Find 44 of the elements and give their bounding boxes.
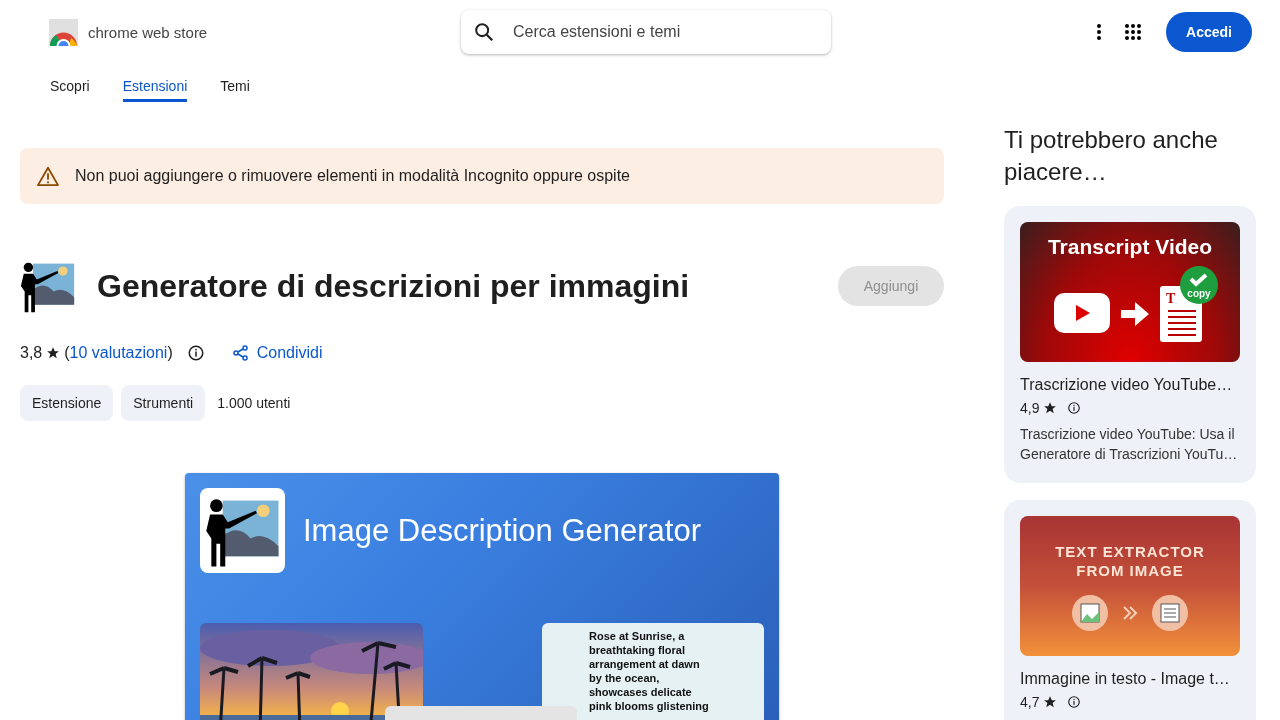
thumbnail-title: TEXT EXTRACTOR FROM IMAGE xyxy=(1054,542,1206,580)
star-icon xyxy=(1043,695,1058,709)
user-count: 1.000 utenti xyxy=(217,395,291,411)
recommendation-card[interactable]: Transcript Video T copy Trascrizione video YouTube… 4,9 Trascrizione video YouTube: Usa il Generatore di Trascrizioni YouTu… xyxy=(1004,206,1256,483)
reviews-link[interactable]: 10 valutazioni xyxy=(69,344,168,362)
search-field[interactable]: Cerca estensioni e temi xyxy=(511,21,819,42)
section-title: Ti potrebbero anche piacere… xyxy=(1004,125,1219,187)
check-badge-icon: copy xyxy=(1180,266,1218,304)
card-rating: 4,7 xyxy=(1020,694,1040,710)
nav-tab[interactable]: Scopri xyxy=(50,64,90,102)
promo-title: Image Description Generator xyxy=(303,512,702,549)
card-title: Trascrizione video YouTube… xyxy=(1020,376,1234,394)
store-name: chrome web store xyxy=(88,23,208,41)
category-chip[interactable]: Strumenti xyxy=(121,385,206,421)
star-icon xyxy=(46,346,61,360)
star-icon xyxy=(1043,401,1058,415)
arrow-icon xyxy=(1121,302,1149,326)
recommendation-card[interactable]: TEXT EXTRACTOR FROM IMAGE Immagine in testo - Image t… 4,7 xyxy=(1004,500,1256,720)
caption-text: Rose at Sunrise, a breathtaking floral arrangement at dawn by the ocean, showcases delicate pink blooms glistening xyxy=(589,629,710,713)
sign-in-button[interactable]: Accedi xyxy=(1166,12,1252,52)
info-icon[interactable] xyxy=(186,344,205,362)
category-chip[interactable]: Estensione xyxy=(20,385,114,421)
nav-tab[interactable]: Temi xyxy=(220,64,250,102)
card-rating: 4,9 xyxy=(1020,400,1040,416)
info-icon[interactable] xyxy=(1067,695,1082,709)
search-bar[interactable]: Cerca estensioni e temi xyxy=(461,9,831,54)
parenthesis: ) xyxy=(167,344,173,362)
video-play-icon xyxy=(1054,293,1110,333)
warning-icon xyxy=(37,166,59,186)
card-title: Immagine in testo - Image t… xyxy=(1020,670,1231,688)
store-logo-icon[interactable] xyxy=(49,18,78,46)
share-link[interactable]: Condividi xyxy=(232,344,323,362)
search-icon xyxy=(473,20,495,43)
notice-text: Non puoi aggiungere o rimuovere elementi in modalità Incognito oppure ospite xyxy=(75,167,630,185)
apps-grid-icon[interactable] xyxy=(1125,24,1142,40)
share-icon xyxy=(232,345,249,361)
parenthesis: ( xyxy=(64,344,70,362)
rating-value: 3,8 xyxy=(20,344,43,362)
nav-tab[interactable]: Estensioni xyxy=(122,64,188,102)
more-menu-icon[interactable] xyxy=(1097,24,1102,40)
thumbnail-title: Transcript Video xyxy=(1047,235,1213,259)
extension-title: Generatore di descrizioni per immagini xyxy=(97,267,691,305)
card-description: Trascrizione video YouTube: Usa il Generatore di Trascrizioni YouTu… xyxy=(1020,425,1239,464)
info-icon[interactable] xyxy=(1067,401,1082,415)
